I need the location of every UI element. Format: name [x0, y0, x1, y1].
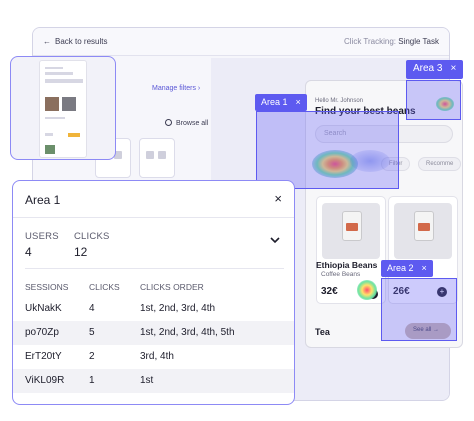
- product-name: Ethiopia Beans: [316, 260, 378, 270]
- table-row[interactable]: UkNakK 4 1st, 2nd, 3rd, 4th: [13, 297, 294, 321]
- product-image: [322, 203, 380, 259]
- session-id: ViKL09R: [25, 375, 65, 386]
- area-2-label: Area 2: [387, 263, 414, 273]
- area-1-tag[interactable]: Area 1 ×: [255, 94, 307, 111]
- area-3-label: Area 3: [413, 63, 443, 74]
- session-clicks: 4: [89, 303, 95, 314]
- session-clicks: 5: [89, 327, 95, 338]
- area-details-panel: Area 1 × USERS 4 CLICKS 12 SESSIONS CLIC…: [12, 180, 295, 405]
- product-category: Coffee Beans: [321, 271, 361, 278]
- screen-thumbnail[interactable]: [139, 138, 175, 178]
- area-1-overlay[interactable]: [256, 111, 399, 189]
- heatmap-spot: [357, 280, 377, 300]
- close-icon[interactable]: ×: [450, 63, 456, 74]
- close-icon[interactable]: ×: [274, 191, 282, 206]
- session-clicks-order: 1st, 2nd, 3rd, 4th: [140, 303, 216, 314]
- column-header-clicks-order: CLICKS ORDER: [140, 282, 204, 292]
- browse-all-label: Browse all: [176, 120, 209, 127]
- recommended-chip[interactable]: Recomme: [418, 157, 462, 171]
- chevron-down-icon[interactable]: [270, 235, 280, 245]
- divider: [25, 268, 284, 269]
- table-row[interactable]: po70Zp 5 1st, 2nd, 3rd, 4th, 5th: [13, 321, 294, 345]
- product-price: 32€: [321, 286, 338, 297]
- coffee-bag-image: [414, 211, 434, 241]
- session-clicks-order: 1st: [140, 375, 154, 386]
- back-label: Back to results: [55, 37, 108, 46]
- back-to-results-link[interactable]: ← Back to results: [43, 37, 107, 46]
- chevron-right-icon: ›: [197, 85, 201, 92]
- divider: [13, 217, 294, 218]
- arrow-left-icon: ←: [43, 37, 51, 46]
- close-icon[interactable]: ×: [422, 263, 427, 273]
- table-row[interactable]: ErT20tY 2 3rd, 4th: [13, 345, 294, 369]
- session-id: po70Zp: [25, 327, 59, 338]
- clicks-value: 12: [74, 245, 88, 259]
- manage-filters-label: Manage filters: [152, 85, 196, 92]
- mini-preview[interactable]: [10, 56, 116, 160]
- mini-screen: [39, 60, 87, 158]
- area-3-overlay[interactable]: [406, 80, 461, 120]
- session-id: UkNakK: [25, 303, 62, 314]
- tracking-value: Single Task: [398, 37, 439, 46]
- browse-all-button[interactable]: Browse all: [165, 119, 208, 127]
- area-3-tag[interactable]: Area 3 ×: [406, 60, 464, 79]
- search-icon: [165, 119, 172, 126]
- greeting-text: Hello Mr. Johnson: [315, 98, 364, 104]
- column-header-sessions: SESSIONS: [25, 282, 69, 292]
- session-clicks-order: 1st, 2nd, 3rd, 4th, 5th: [140, 327, 235, 338]
- manage-filters-link[interactable]: Manage filters ›: [152, 85, 200, 92]
- users-label: USERS: [25, 231, 59, 242]
- session-id: ErT20tY: [25, 351, 62, 362]
- session-clicks-order: 3rd, 4th: [140, 351, 174, 362]
- area-2-tag[interactable]: Area 2 ×: [381, 260, 433, 277]
- window-header: ← Back to results Click Tracking: Single …: [33, 28, 449, 56]
- coffee-bag-image: [342, 211, 362, 241]
- session-clicks: 2: [89, 351, 95, 362]
- users-value: 4: [25, 245, 32, 259]
- tracking-label: Click Tracking:: [343, 37, 396, 46]
- product-image: [394, 203, 452, 259]
- area-2-overlay[interactable]: [381, 278, 457, 341]
- panel-title: Area 1: [25, 193, 61, 207]
- clicks-label: CLICKS: [74, 231, 110, 242]
- column-header-clicks: CLICKS: [89, 282, 120, 292]
- close-icon[interactable]: ×: [296, 97, 301, 107]
- table-row[interactable]: ViKL09R 1 1st: [13, 369, 294, 393]
- tracking-title: Click Tracking: Single Task: [344, 37, 439, 46]
- section-title: Tea: [315, 327, 330, 337]
- area-1-label: Area 1: [261, 97, 288, 107]
- session-clicks: 1: [89, 375, 95, 386]
